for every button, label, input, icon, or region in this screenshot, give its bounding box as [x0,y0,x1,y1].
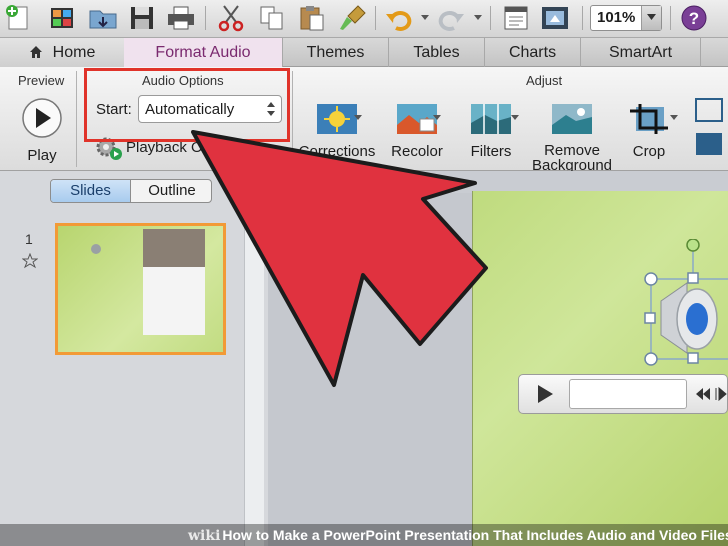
caption-bar: wiki How to Make a PowerPoint Presentatio… [0,524,728,546]
annotation-arrow-icon [191,130,488,387]
caption-text: How to Make a PowerPoint Presentation Th… [222,527,728,543]
caption-brand: wiki [188,528,221,544]
